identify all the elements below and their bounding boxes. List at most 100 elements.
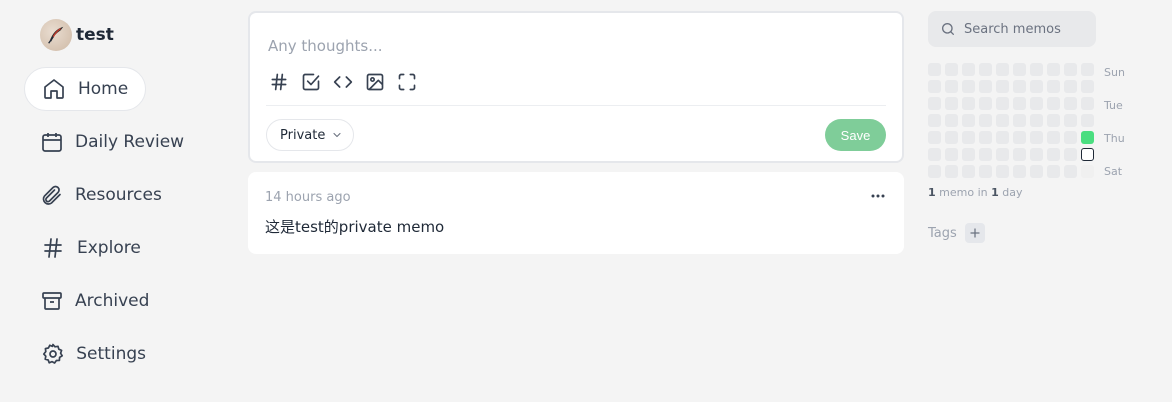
heatmap-cell[interactable] (1013, 148, 1026, 161)
heatmap-cell[interactable] (1047, 165, 1060, 178)
heatmap-cell[interactable] (1030, 131, 1043, 144)
stat-mid-text: memo in (935, 186, 992, 199)
heatmap-cell[interactable] (1081, 131, 1094, 144)
heatmap-cell[interactable] (1030, 165, 1043, 178)
heatmap-cell[interactable] (1081, 165, 1094, 178)
heatmap-cell[interactable] (928, 165, 941, 178)
nav-settings[interactable]: Settings (24, 332, 146, 376)
heatmap-cell[interactable] (928, 148, 941, 161)
heatmap-cell[interactable] (1064, 148, 1077, 161)
heatmap-cell[interactable] (996, 148, 1009, 161)
heatmap-cell[interactable] (1047, 131, 1060, 144)
heatmap-cell[interactable] (928, 131, 941, 144)
hash-icon[interactable] (268, 71, 290, 93)
heatmap-cell[interactable] (962, 131, 975, 144)
heatmap-cell[interactable] (996, 131, 1009, 144)
heatmap-cell[interactable] (1064, 63, 1077, 76)
heatmap-cell[interactable] (1064, 97, 1077, 110)
heatmap-cell[interactable] (945, 114, 958, 127)
heatmap-cell[interactable] (945, 148, 958, 161)
heatmap-cell[interactable] (1064, 80, 1077, 93)
search-input[interactable] (964, 21, 1094, 37)
chevron-down-icon (331, 129, 343, 141)
code-icon[interactable] (332, 71, 354, 93)
fullscreen-icon[interactable] (396, 71, 418, 93)
heatmap-cell[interactable] (1081, 114, 1094, 127)
nav-home[interactable]: Home (24, 67, 146, 111)
plus-icon (970, 228, 980, 238)
nav-resources[interactable]: Resources (24, 173, 162, 217)
heatmap-cell[interactable] (1081, 80, 1094, 93)
heatmap-cell[interactable] (962, 148, 975, 161)
memo-time[interactable]: 14 hours ago (265, 190, 351, 205)
heatmap-cell[interactable] (1047, 80, 1060, 93)
heatmap-cell[interactable] (1030, 97, 1043, 110)
heatmap-cell[interactable] (996, 97, 1009, 110)
heatmap-cell[interactable] (979, 131, 992, 144)
search-box[interactable] (928, 11, 1096, 47)
heatmap-cell[interactable] (996, 80, 1009, 93)
heatmap-cell[interactable] (928, 97, 941, 110)
stat-unit-text: day (998, 186, 1023, 199)
heatmap-cell[interactable] (996, 165, 1009, 178)
heatmap-cell[interactable] (928, 63, 941, 76)
checkbox-icon[interactable] (300, 71, 322, 93)
heatmap-cell[interactable] (945, 80, 958, 93)
heatmap-cell[interactable] (1064, 165, 1077, 178)
nav-explore[interactable]: Explore (24, 226, 146, 270)
heatmap-cell[interactable] (1047, 148, 1060, 161)
heatmap-cell[interactable] (979, 80, 992, 93)
heatmap-cell[interactable] (1013, 80, 1026, 93)
heatmap-cell[interactable] (979, 148, 992, 161)
heatmap-cell[interactable] (996, 63, 1009, 76)
heatmap-cell[interactable] (979, 114, 992, 127)
heatmap-cell[interactable] (928, 80, 941, 93)
save-button[interactable]: Save (825, 119, 886, 151)
heatmap-cell[interactable] (1081, 97, 1094, 110)
heatmap-cell[interactable] (1030, 63, 1043, 76)
heatmap-cell[interactable] (945, 63, 958, 76)
visibility-select[interactable]: Private (266, 119, 354, 151)
heatmap-cell[interactable] (1030, 114, 1043, 127)
heatmap-cell[interactable] (1081, 148, 1094, 161)
heatmap-cell[interactable] (996, 114, 1009, 127)
heatmap-cell[interactable] (962, 97, 975, 110)
nav-daily-review[interactable]: Daily Review (24, 120, 184, 164)
heatmap-cell[interactable] (979, 63, 992, 76)
editor-input[interactable]: Any thoughts... (268, 37, 383, 55)
heatmap-cell[interactable] (979, 97, 992, 110)
heatmap-cell[interactable] (962, 165, 975, 178)
heatmap-cell[interactable] (962, 114, 975, 127)
heatmap-cell[interactable] (945, 131, 958, 144)
heatmap-cell[interactable] (962, 63, 975, 76)
heatmap-cell[interactable] (1013, 165, 1026, 178)
heatmap-cell[interactable] (1013, 131, 1026, 144)
heatmap-cell[interactable] (1013, 114, 1026, 127)
nav-archived[interactable]: Archived (24, 279, 149, 323)
nav-resources-label: Resources (75, 185, 162, 205)
heatmap-cell[interactable] (1064, 131, 1077, 144)
heatmap-cell[interactable] (1047, 114, 1060, 127)
add-tag-button[interactable] (964, 223, 985, 243)
heatmap-cell[interactable] (962, 80, 975, 93)
tags-label: Tags (928, 225, 957, 241)
user-profile[interactable]: test (24, 14, 224, 56)
more-options-icon[interactable] (870, 188, 886, 204)
heatmap-cell[interactable] (1030, 80, 1043, 93)
image-icon[interactable] (364, 71, 386, 93)
heatmap-cell[interactable] (1013, 63, 1026, 76)
heatmap-cell[interactable] (1047, 63, 1060, 76)
heatmap-cell[interactable] (945, 97, 958, 110)
heatmap-cell[interactable] (979, 165, 992, 178)
heatmap-cell[interactable] (1030, 148, 1043, 161)
heatmap-cell[interactable] (928, 114, 941, 127)
heatmap-cell[interactable] (1013, 97, 1026, 110)
heatmap-cell[interactable] (945, 165, 958, 178)
day-label-sun: Sun (1104, 66, 1125, 79)
heatmap-cell[interactable] (1047, 97, 1060, 110)
home-icon (41, 76, 67, 102)
memo-editor: Any thoughts... Private Save (248, 11, 904, 163)
heatmap-cell[interactable] (1064, 114, 1077, 127)
heatmap-stats: 1 memo in 1 day (928, 186, 1023, 199)
heatmap-cell[interactable] (1081, 63, 1094, 76)
